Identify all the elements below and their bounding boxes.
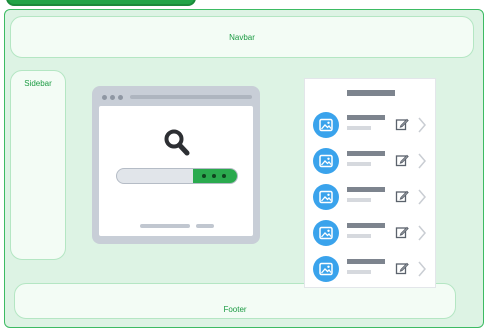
list-item[interactable] (313, 254, 433, 284)
list-item-subtitle-placeholder (347, 198, 371, 202)
search-icon (164, 129, 190, 156)
window-dot (102, 95, 107, 100)
edit-icon[interactable] (395, 189, 409, 203)
image-icon (313, 256, 339, 282)
list-item-title-placeholder (347, 259, 385, 264)
chevron-right-icon[interactable] (417, 260, 427, 278)
url-bar (130, 95, 252, 99)
list-item[interactable] (313, 110, 433, 140)
search-go-button (193, 169, 237, 183)
image-icon (313, 112, 339, 138)
list-item-subtitle-placeholder (347, 270, 371, 274)
window-dot (110, 95, 115, 100)
edit-icon[interactable] (395, 153, 409, 167)
list-item-title-placeholder (347, 151, 385, 156)
list-item-subtitle-placeholder (347, 234, 371, 238)
caption-line (196, 224, 214, 228)
chevron-right-icon[interactable] (417, 152, 427, 170)
footer-label: Footer (223, 305, 247, 314)
sidebar-label: Sidebar (24, 79, 52, 88)
browser-window-illustration (92, 86, 260, 244)
chevron-right-icon[interactable] (417, 224, 427, 242)
edit-icon[interactable] (395, 225, 409, 239)
image-icon (313, 184, 339, 210)
image-icon (313, 148, 339, 174)
image-icon (313, 220, 339, 246)
list-item-subtitle-placeholder (347, 162, 371, 166)
chevron-right-icon[interactable] (417, 188, 427, 206)
list-item[interactable] (313, 218, 433, 248)
list-item-title-placeholder (347, 223, 385, 228)
list-item-title-placeholder (347, 115, 385, 120)
list-item[interactable] (313, 146, 433, 176)
list-item-subtitle-placeholder (347, 126, 371, 130)
edit-icon[interactable] (395, 261, 409, 275)
navbar-region: Navbar (10, 16, 474, 58)
footer-region: Footer (14, 283, 456, 319)
edit-icon[interactable] (395, 117, 409, 131)
window-dot (118, 95, 123, 100)
top-tab (6, 0, 196, 6)
sidebar-region: Sidebar (10, 70, 66, 260)
caption-line (140, 224, 190, 228)
list-panel-title-placeholder (347, 90, 395, 96)
navbar-label: Navbar (229, 32, 255, 42)
list-item[interactable] (313, 182, 433, 212)
chevron-right-icon[interactable] (417, 116, 427, 134)
search-bar-illustration (116, 168, 238, 184)
list-item-title-placeholder (347, 187, 385, 192)
